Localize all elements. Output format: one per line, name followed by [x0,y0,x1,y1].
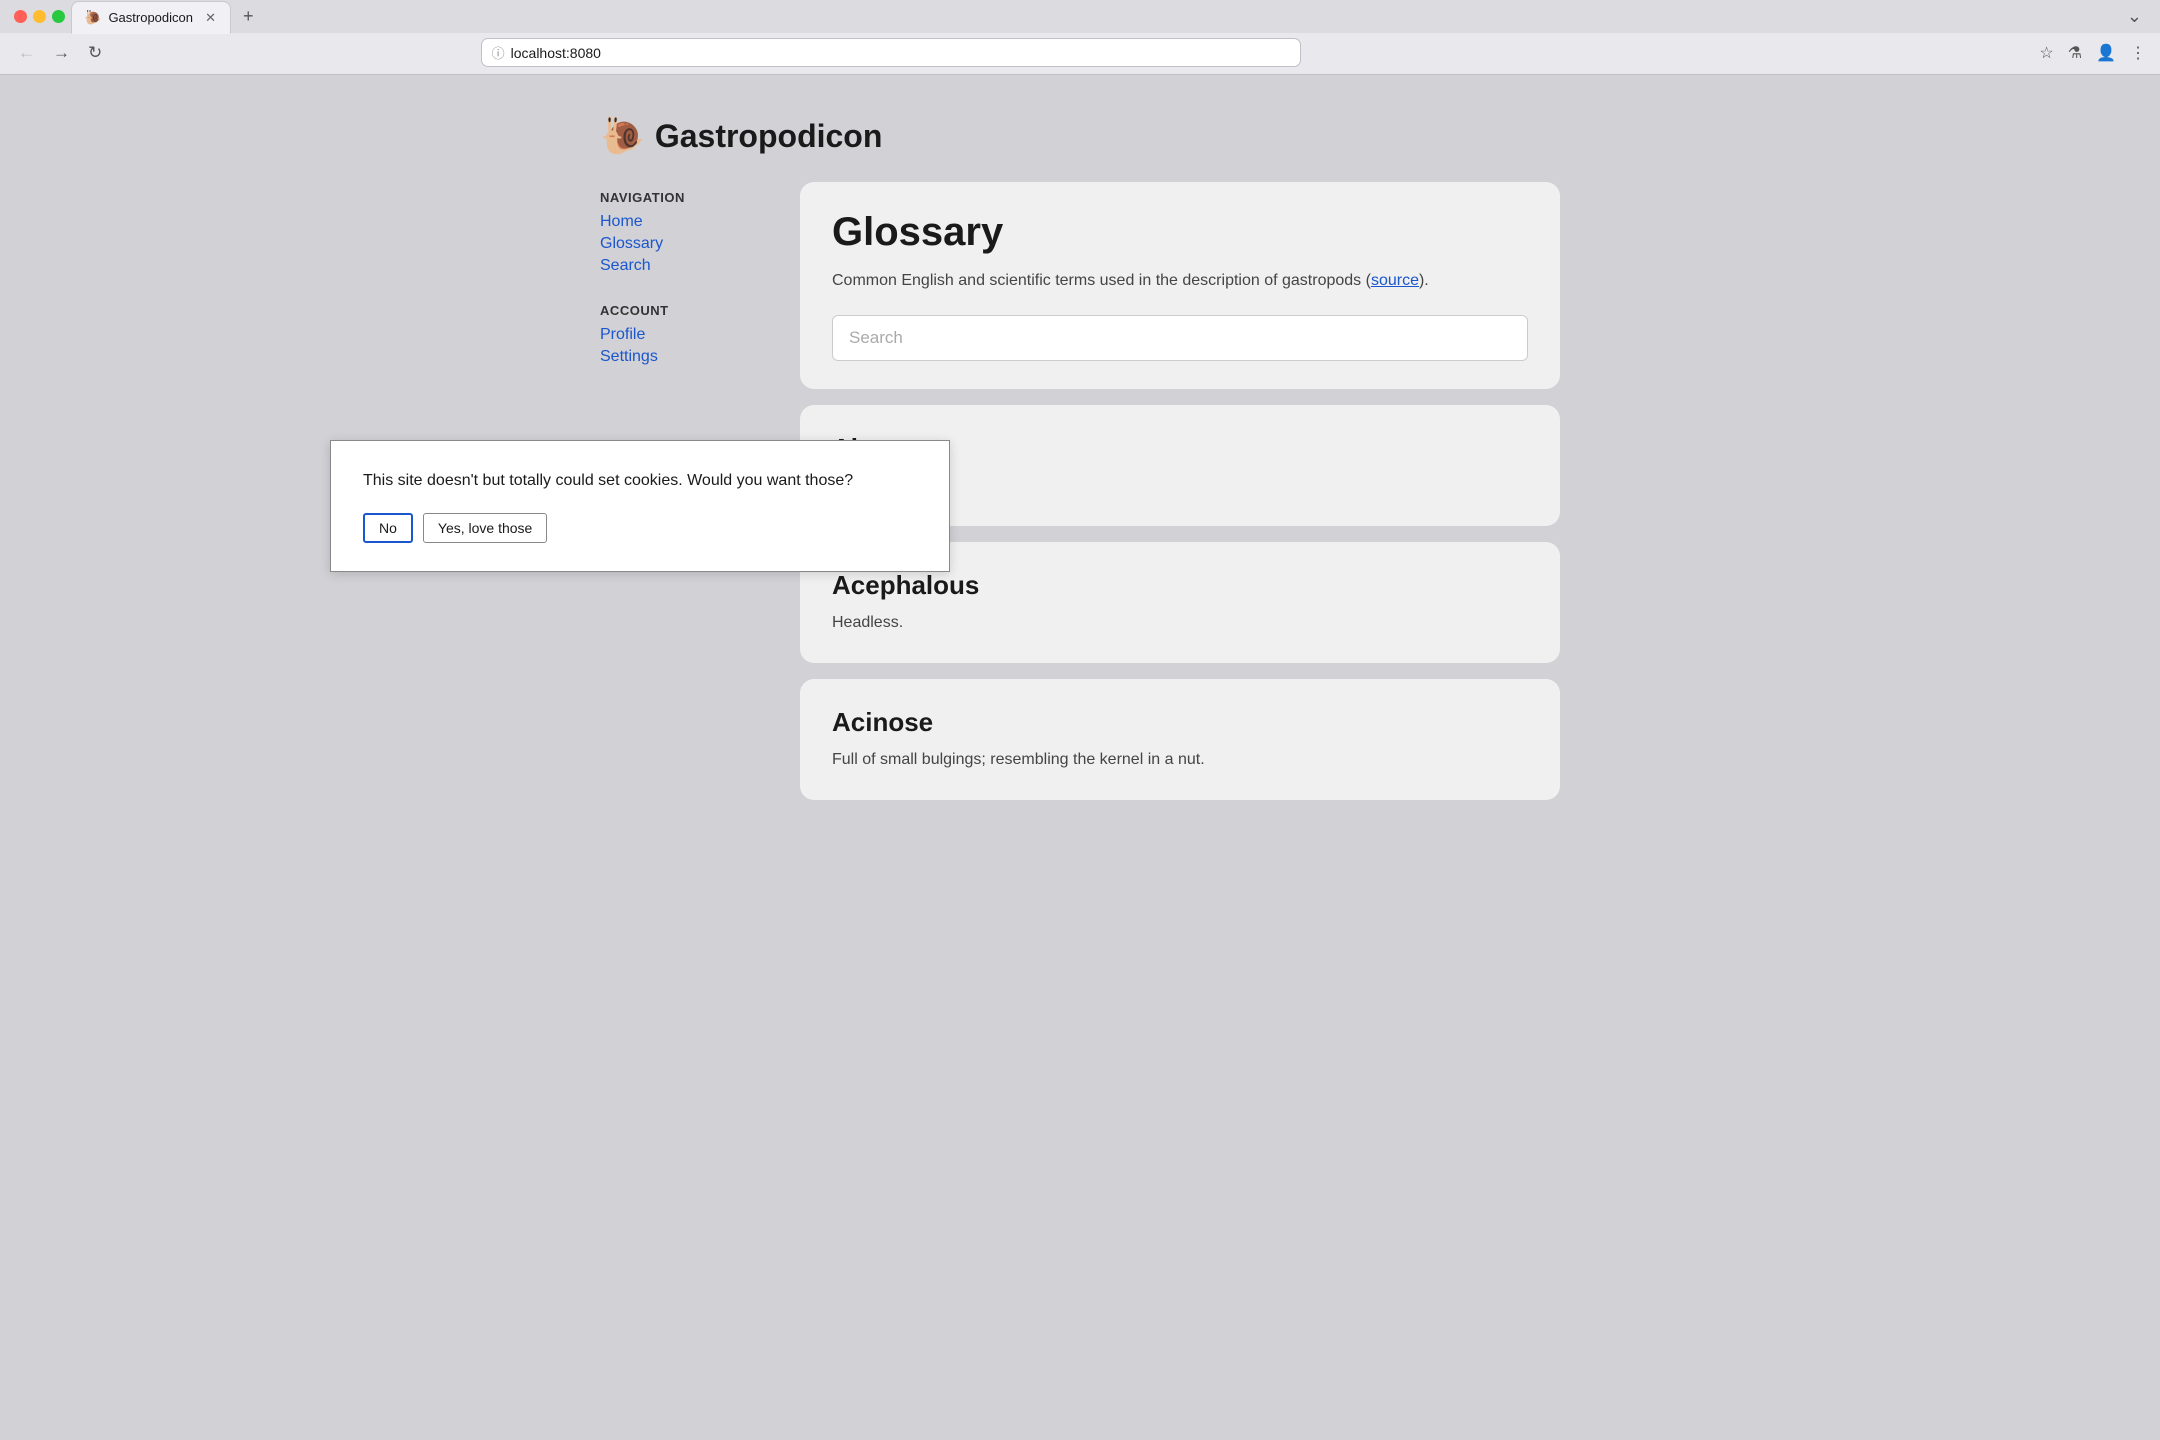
cookie-no-button[interactable]: No [363,513,413,543]
nav-link-settings[interactable]: Settings [600,348,760,366]
forward-button[interactable]: → [49,41,74,65]
cookie-message: This site doesn't but totally could set … [363,469,917,493]
bookmark-icon[interactable]: ☆ [2039,43,2053,63]
term-def-2: Full of small bulgings; resembling the k… [832,748,1528,772]
menu-icon[interactable]: ⋮ [2130,43,2146,63]
close-button[interactable] [14,10,27,23]
security-icon: ⓘ [492,43,505,62]
cookie-dialog: This site doesn't but totally could set … [330,440,950,572]
glossary-description: Common English and scientific terms used… [832,269,1528,293]
address-bar[interactable]: ⓘ localhost:8080 [481,38,1301,67]
nav-link-glossary[interactable]: Glossary [600,235,760,253]
term-def-1: Headless. [832,611,1528,635]
nav-link-search[interactable]: Search [600,257,760,275]
reload-button[interactable]: ↻ [84,41,106,65]
tabs-bar: 🐌 Gastropodicon ✕ + ⌄ [0,0,2160,33]
tab-title: Gastropodicon [108,10,196,25]
browser-tab[interactable]: 🐌 Gastropodicon ✕ [71,1,231,34]
url-display: localhost:8080 [511,45,1290,61]
page-body: 🐌 Gastropodicon NAVIGATION Home Glossary… [0,75,2160,1435]
account-links: Profile Settings [600,326,760,366]
nav-links: Home Glossary Search [600,213,760,275]
nav-section-label: NAVIGATION [600,190,760,205]
tab-menu-button[interactable]: ⌄ [2127,6,2142,26]
nav-link-profile[interactable]: Profile [600,326,760,344]
search-input[interactable] [832,315,1528,361]
traffic-lights [14,10,65,23]
minimize-button[interactable] [33,10,46,23]
nav-link-home[interactable]: Home [600,213,760,231]
tab-favicon: 🐌 [84,9,101,26]
browser-toolbar: ← → ↻ ⓘ localhost:8080 ☆ ⚗ 👤 ⋮ [0,33,2160,74]
site-header: 🐌 Gastropodicon [600,105,1560,177]
maximize-button[interactable] [52,10,65,23]
description-text-after: ). [1419,272,1429,289]
cookie-yes-button[interactable]: Yes, love those [423,513,547,543]
source-link[interactable]: source [1371,272,1419,289]
profile-icon[interactable]: 👤 [2096,43,2116,63]
browser-chrome: 🐌 Gastropodicon ✕ + ⌄ ← → ↻ ⓘ localhost:… [0,0,2160,75]
site-logo: 🐌 [600,115,645,157]
site-title: Gastropodicon [655,118,883,155]
term-title-2: Acinose [832,707,1528,738]
back-button[interactable]: ← [14,41,39,65]
term-title-1: Acephalous [832,570,1528,601]
description-text-before: Common English and scientific terms used… [832,272,1371,289]
account-section-label: ACCOUNT [600,303,760,318]
new-tab-button[interactable]: + [235,2,262,31]
toolbar-actions: ☆ ⚗ 👤 ⋮ [2039,43,2146,63]
labs-icon[interactable]: ⚗ [2068,43,2082,63]
glossary-header-card: Glossary Common English and scientific t… [800,182,1560,389]
glossary-title: Glossary [832,210,1528,255]
term-card-acinose: Acinose Full of small bulgings; resembli… [800,679,1560,800]
cookie-buttons: No Yes, love those [363,513,917,543]
tab-close-button[interactable]: ✕ [203,10,218,26]
